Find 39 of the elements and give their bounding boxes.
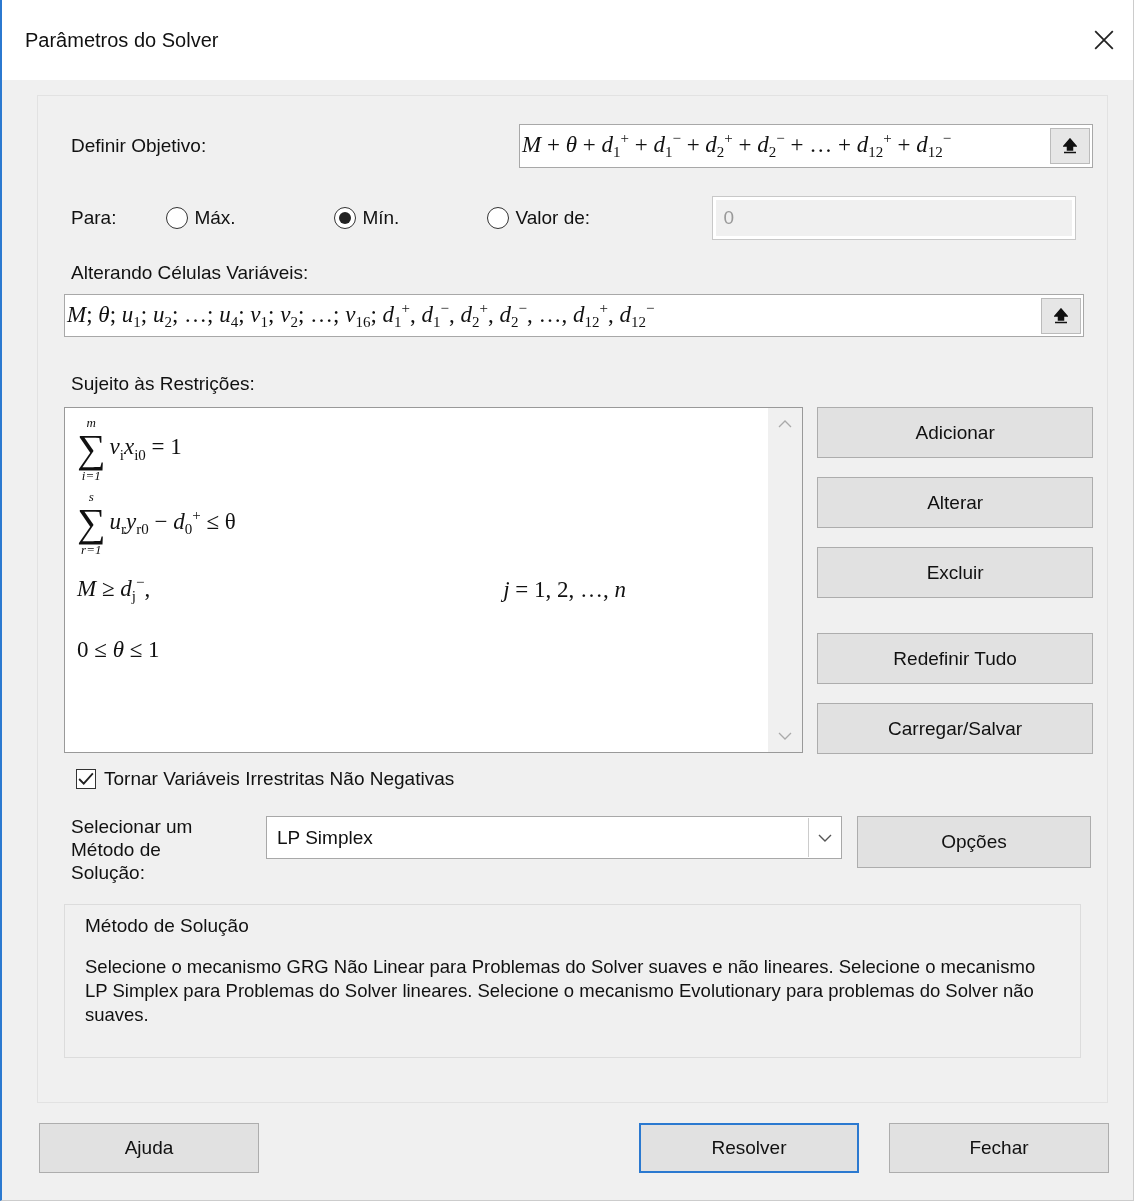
changing-cells-label: Alterando Células Variáveis:	[71, 262, 310, 284]
constraint-expression: 0 ≤ θ ≤ 1	[77, 637, 160, 663]
constraint-button[interactable]: Carregar/Salvar	[817, 703, 1093, 754]
constraint-expression: v$_{i}$x$_{i0}$ = 1	[109, 434, 182, 464]
scroll-up-icon[interactable]	[778, 420, 793, 428]
chevron-down-icon	[818, 833, 832, 842]
upload-arrow-icon	[1054, 307, 1068, 324]
method-label: Selecionar um Método de Solução:	[71, 816, 194, 885]
scroll-down-icon[interactable]	[778, 732, 793, 740]
collapse-button[interactable]	[1041, 297, 1081, 334]
constraints-label: Sujeito às Restrições:	[71, 373, 256, 395]
constraint-button[interactable]: Excluir	[817, 547, 1093, 598]
method-dropdown[interactable]: LP Simplex	[266, 816, 842, 859]
constraint-expression: u$_{r}$y$_{r0}$ − d$_{0}$$^{+}$ ≤ θ	[109, 507, 236, 539]
checkmark-icon	[78, 772, 94, 786]
dialog-button[interactable]: Fechar	[889, 1123, 1109, 1173]
sum-upper-limit: s	[88, 490, 94, 503]
objective-label: Definir Objetivo:	[71, 135, 207, 157]
scrollbar[interactable]	[768, 408, 803, 752]
sum-symbol: ∑	[77, 429, 106, 469]
sum-upper-limit: m	[86, 416, 96, 429]
options-button[interactable]: Opções	[857, 816, 1091, 868]
nonnegative-checkbox[interactable]: Tornar Variáveis Irrestritas Não Negativas	[76, 768, 1093, 790]
dialog-button[interactable]: Resolver	[639, 1123, 859, 1173]
upload-arrow-icon	[1063, 138, 1077, 154]
dialog-button[interactable]: Ajuda	[39, 1123, 259, 1173]
constraint-condition: j = 1, 2, …, n	[503, 577, 627, 603]
window-title: Parâmetros do Solver	[25, 28, 219, 52]
constraint-button[interactable]: Adicionar	[817, 407, 1093, 458]
constraint-expression: M ≥ d$_{j}$$^{−}$,	[77, 574, 151, 606]
constraints-list[interactable]: m ∑ i=1 v$_{i}$x$_{i0}$ = 1 s ∑ r=1 u$_{r}$y$_{r0}$ − d$_{0}$$^{+}$ ≤ θ M ≥ d$_{j}$$^{−}$, j = 1, 2, …, n 0 ≤ θ ≤ 1	[64, 407, 804, 753]
close-icon[interactable]	[1093, 29, 1115, 51]
sum-symbol: ∑	[77, 503, 106, 543]
to-label: Para:	[71, 207, 117, 229]
collapse-button[interactable]	[1050, 128, 1090, 164]
description-text: Selecione o mecanismo GRG Não Linear para Problemas do Solver suaves e não lineares. Selecione o mecanismo LP Simplex para Problemas do Solver lineares. Selecione o mecanismo Evolutionary para problemas do Solver não suaves.	[85, 955, 1037, 1027]
constraint-button[interactable]: Redefinir Tudo	[817, 633, 1093, 684]
description-title: Método de Solução	[85, 915, 250, 938]
constraint-button[interactable]: Alterar	[817, 477, 1093, 528]
